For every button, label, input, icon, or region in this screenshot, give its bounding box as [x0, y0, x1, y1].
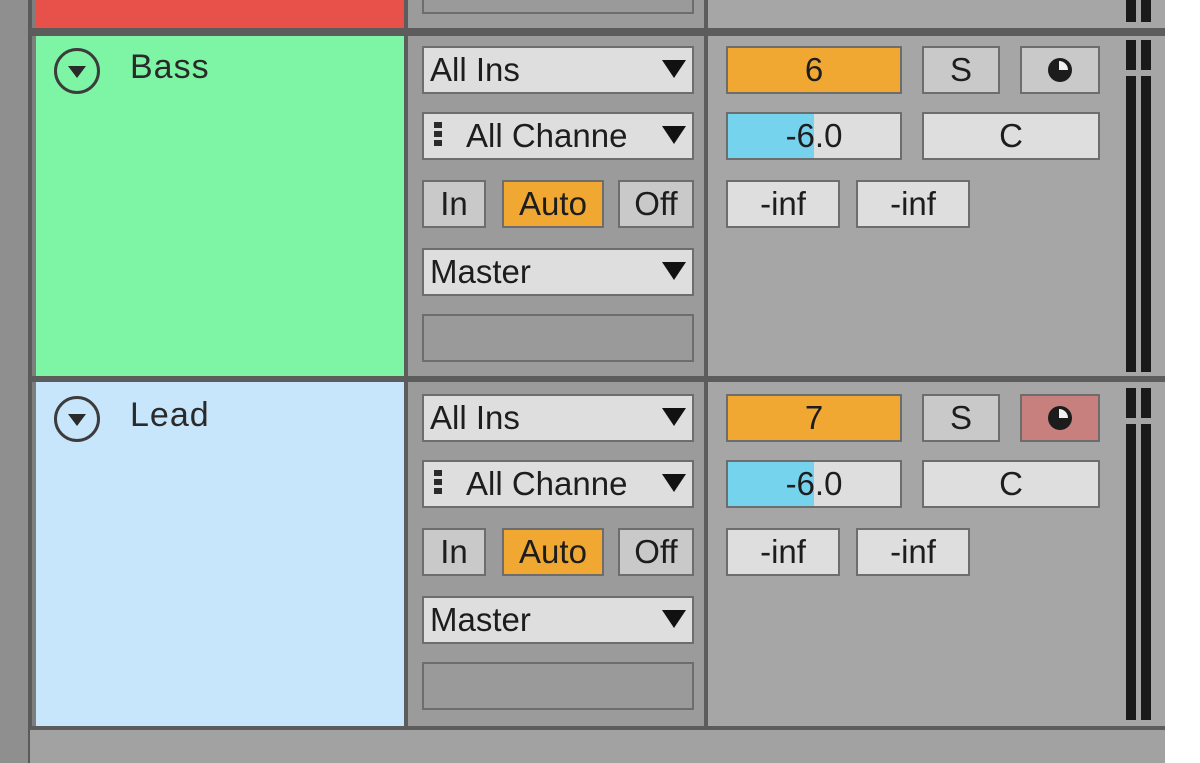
meter-bar-right — [1141, 76, 1151, 372]
top-track-meter-bar-left — [1126, 0, 1136, 22]
empty-slot[interactable] — [422, 662, 694, 710]
pan-control[interactable]: C — [922, 460, 1100, 508]
output-value: Master — [430, 601, 531, 638]
channel-icon — [434, 122, 444, 152]
bottom-strip — [30, 726, 1165, 763]
track-name: Lead — [130, 396, 210, 434]
left-gutter — [0, 0, 30, 763]
send-b-control[interactable]: -inf — [856, 528, 970, 576]
dropdown-arrow-icon — [662, 126, 686, 144]
top-track-mix-panel — [708, 0, 1120, 28]
output-dropdown[interactable]: Master — [422, 596, 694, 644]
arm-button[interactable] — [1020, 394, 1100, 442]
dropdown-arrow-icon — [662, 408, 686, 426]
input-channel-value: All Channe — [466, 117, 628, 154]
input-type-dropdown[interactable]: All Ins — [422, 46, 694, 94]
volume-value: -6.0 — [785, 117, 843, 154]
send-b-control[interactable]: -inf — [856, 180, 970, 228]
top-track-empty-slot[interactable] — [422, 0, 694, 14]
monitor-off-button[interactable]: Off — [618, 180, 694, 228]
output-value: Master — [430, 253, 531, 290]
input-type-value: All Ins — [430, 51, 520, 88]
monitor-auto-button[interactable]: Auto — [502, 528, 604, 576]
solo-button[interactable]: S — [922, 394, 1000, 442]
pan-control[interactable]: C — [922, 112, 1100, 160]
monitor-in-button[interactable]: In — [422, 528, 486, 576]
fold-arrow-icon[interactable] — [54, 48, 100, 94]
track-activator-button[interactable]: 6 — [726, 46, 902, 94]
meter-bar-left-top — [1126, 388, 1136, 418]
dropdown-arrow-icon — [662, 262, 686, 280]
fold-arrow-icon[interactable] — [54, 396, 100, 442]
send-a-control[interactable]: -inf — [726, 180, 840, 228]
monitor-auto-button[interactable]: Auto — [502, 180, 604, 228]
send-a-control[interactable]: -inf — [726, 528, 840, 576]
track-activator-button[interactable]: 7 — [726, 394, 902, 442]
meter-bar-left — [1126, 424, 1136, 720]
dropdown-arrow-icon — [662, 474, 686, 492]
output-dropdown[interactable]: Master — [422, 248, 694, 296]
meter-bar-right — [1141, 424, 1151, 720]
input-channel-dropdown[interactable]: All Channe — [422, 460, 694, 508]
right-edge — [1165, 0, 1200, 763]
top-track-meter-bar-right — [1141, 0, 1151, 22]
record-arm-icon — [1048, 406, 1072, 430]
channel-icon — [434, 470, 444, 500]
meter-bar-right-top — [1141, 388, 1151, 418]
monitor-in-button[interactable]: In — [422, 180, 486, 228]
dropdown-arrow-icon — [662, 60, 686, 78]
volume-value: -6.0 — [785, 465, 843, 502]
top-track-name-panel[interactable] — [36, 0, 408, 28]
solo-button[interactable]: S — [922, 46, 1000, 94]
arm-button[interactable] — [1020, 46, 1100, 94]
meter-bar-right-top — [1141, 40, 1151, 70]
input-type-dropdown[interactable]: All Ins — [422, 394, 694, 442]
input-type-value: All Ins — [430, 399, 520, 436]
track-separator — [30, 28, 1165, 36]
record-arm-icon — [1048, 58, 1072, 82]
input-channel-dropdown[interactable]: All Channe — [422, 112, 694, 160]
input-channel-value: All Channe — [466, 465, 628, 502]
monitor-off-button[interactable]: Off — [618, 528, 694, 576]
meter-bar-left-top — [1126, 40, 1136, 70]
empty-slot[interactable] — [422, 314, 694, 362]
volume-control[interactable]: -6.0 — [726, 460, 902, 508]
meter-bar-left — [1126, 76, 1136, 372]
track-name: Bass — [130, 48, 210, 86]
volume-control[interactable]: -6.0 — [726, 112, 902, 160]
dropdown-arrow-icon — [662, 610, 686, 628]
